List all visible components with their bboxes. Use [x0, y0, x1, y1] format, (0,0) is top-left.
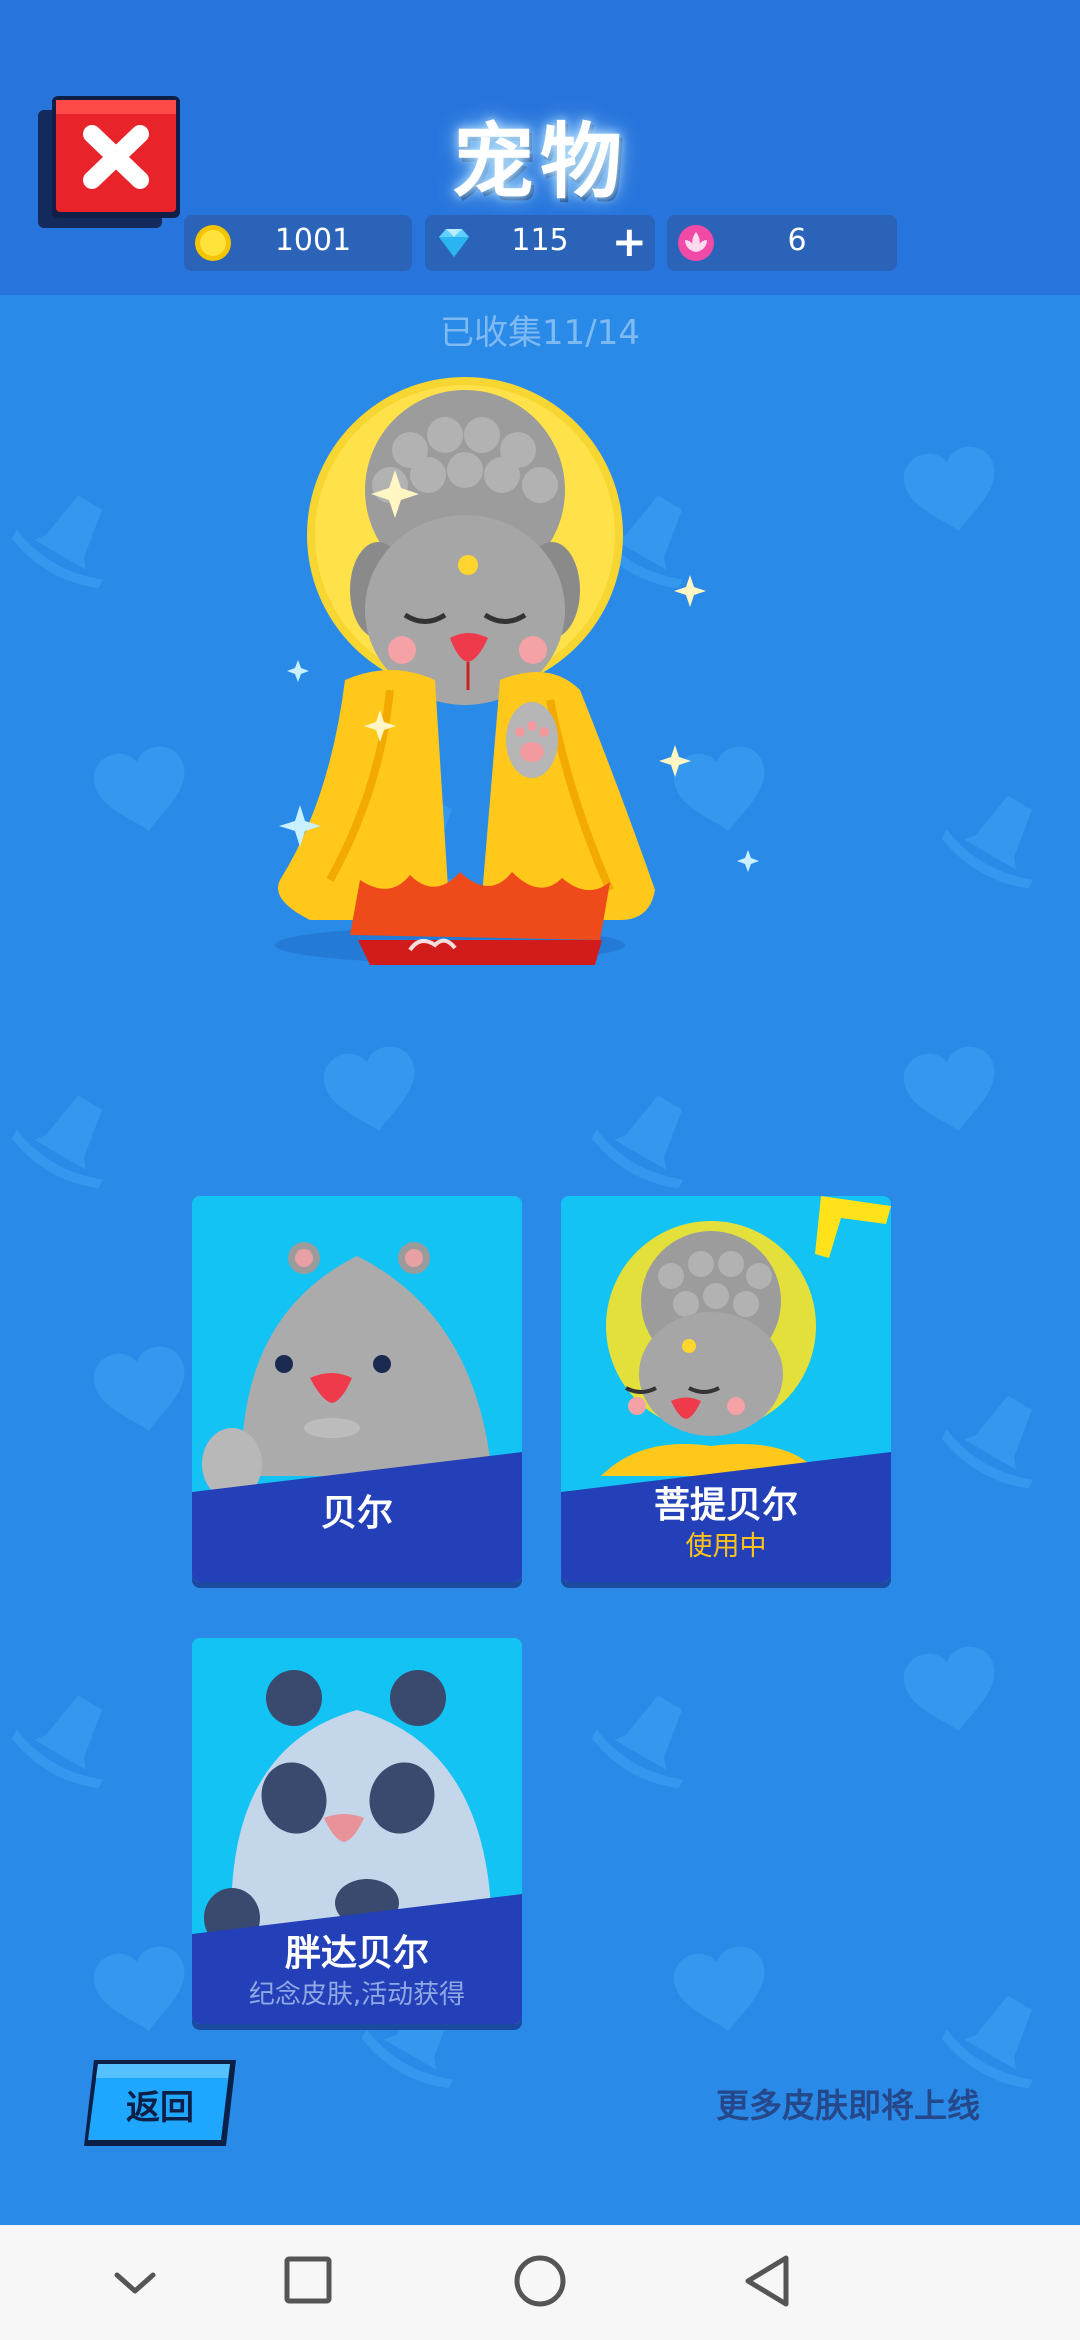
- system-nav-bar: [0, 2225, 1080, 2340]
- back-button-label: 返回: [126, 2088, 194, 2128]
- pet-name: 贝尔: [320, 1493, 393, 1534]
- diamond-counter: 115 +: [425, 215, 655, 271]
- pet-card-bear[interactable]: 贝尔: [192, 1196, 522, 1582]
- home-circle-icon[interactable]: [500, 2245, 580, 2317]
- pet-name: 胖达贝尔: [284, 1933, 429, 1974]
- pet-card-bodhi-bear[interactable]: 菩提贝尔 使用中: [561, 1196, 891, 1582]
- collection-progress: 已收集11/14: [440, 313, 640, 353]
- coin-icon: [195, 225, 231, 261]
- chevron-down-icon[interactable]: [95, 2245, 175, 2317]
- recents-square-icon[interactable]: [268, 2245, 348, 2317]
- coin-counter: 1001: [184, 215, 412, 271]
- page-title: 宠物: [451, 115, 628, 210]
- in-use-status: 使用中: [685, 1531, 767, 1562]
- coin-value: 1001: [274, 223, 352, 258]
- pet-obtain-note: 纪念皮肤,活动获得: [248, 1980, 466, 2010]
- lotus-counter: 6: [667, 215, 897, 271]
- diamond-icon: [439, 229, 469, 257]
- in-use-flag-icon: [815, 1196, 891, 1258]
- more-skins-coming-text: 更多皮肤即将上线: [716, 2086, 980, 2125]
- lotus-icon: [678, 225, 714, 261]
- pet-name: 菩提贝尔: [653, 1485, 798, 1526]
- pet-card-panda-bear[interactable]: 胖达贝尔 纪念皮肤,活动获得: [192, 1638, 522, 2024]
- plus-icon[interactable]: +: [612, 217, 647, 267]
- lotus-value: 6: [787, 223, 807, 258]
- hero-pet-image: [275, 377, 759, 965]
- diamond-value: 115: [511, 223, 569, 258]
- back-triangle-icon[interactable]: [728, 2245, 808, 2317]
